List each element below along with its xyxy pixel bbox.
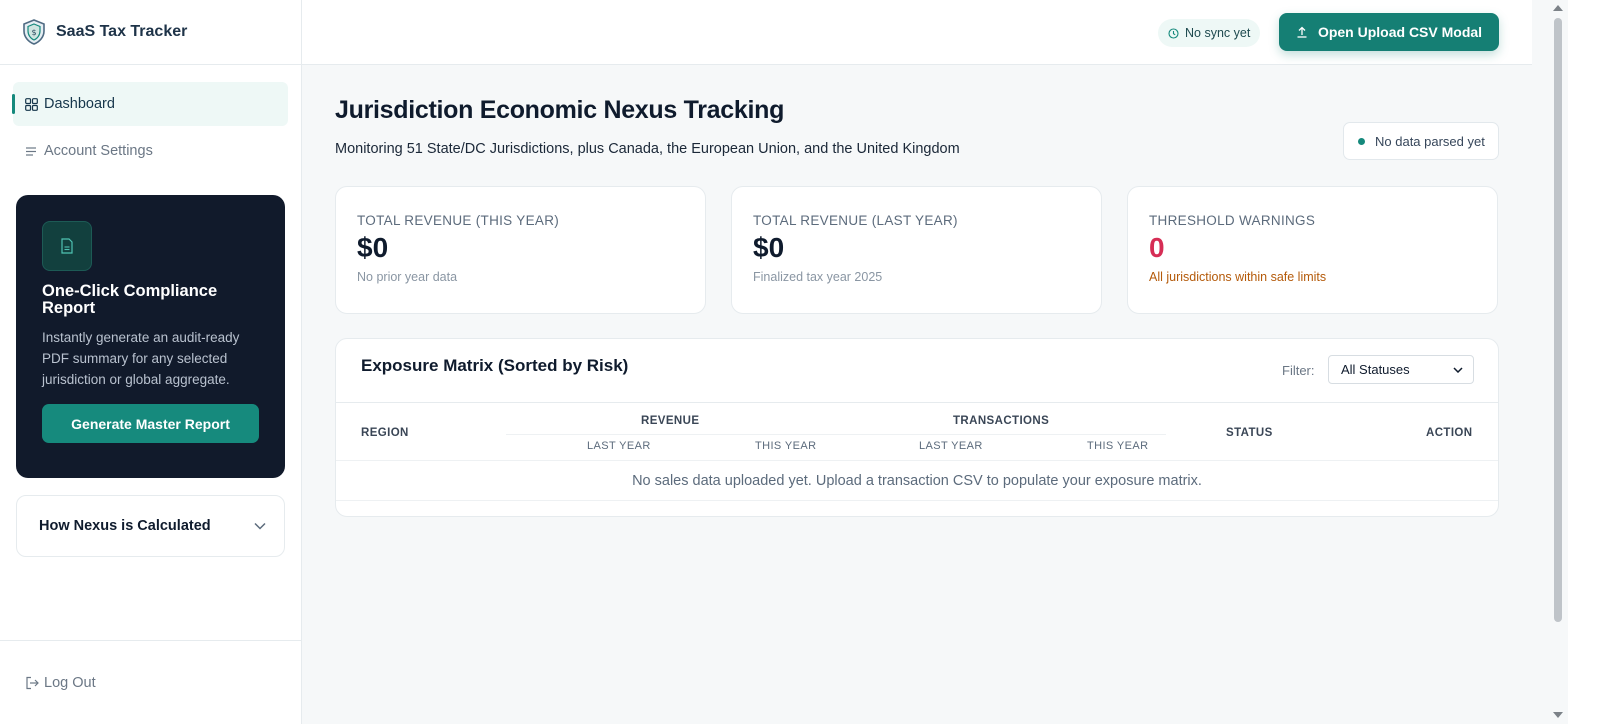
card-note: Finalized tax year 2025 xyxy=(753,270,883,284)
column-header-revenue-last-year: LAST YEAR xyxy=(587,440,651,452)
page-subtitle: Monitoring 51 State/DC Jurisdictions, pl… xyxy=(335,141,960,157)
threshold-warnings-card: THRESHOLD WARNINGS 0 All jurisdictions w… xyxy=(1127,186,1498,314)
svg-text:$: $ xyxy=(31,28,36,37)
shield-logo-icon: $ xyxy=(23,19,45,45)
filter-label: Filter: xyxy=(1282,363,1315,378)
compliance-report-promo: One-Click Compliance Report Instantly ge… xyxy=(16,195,285,478)
window-edge xyxy=(1568,0,1600,724)
column-group-transactions: TRANSACTIONS xyxy=(953,415,1050,427)
revenue-this-year-card: TOTAL REVENUE (THIS YEAR) $0 No prior ye… xyxy=(335,186,706,314)
card-value: 0 xyxy=(1149,232,1165,263)
sidebar-item-label: Dashboard xyxy=(44,96,115,112)
table-header: REGION REVENUE LAST YEAR THIS YEAR TRANS… xyxy=(336,403,1498,461)
column-header-revenue-this-year: THIS YEAR xyxy=(755,440,817,452)
chevron-down-icon xyxy=(1453,366,1463,373)
parse-status-badge: No data parsed yet xyxy=(1343,122,1499,160)
page-title: Jurisdiction Economic Nexus Tracking xyxy=(335,96,785,124)
filter-select-value: All Statuses xyxy=(1341,362,1410,377)
logout-icon xyxy=(26,676,39,689)
sidebar-item-dashboard[interactable]: Dashboard xyxy=(12,82,288,126)
accordion-label: How Nexus is Calculated xyxy=(39,518,211,534)
card-note: All jurisdictions within safe limits xyxy=(1149,270,1327,284)
group-divider xyxy=(836,434,1166,435)
logout-label: Log Out xyxy=(44,674,96,691)
matrix-header: Exposure Matrix (Sorted by Risk) Filter:… xyxy=(336,339,1498,403)
upload-button-label: Open Upload CSV Modal xyxy=(1317,24,1483,40)
sidebar-nav: Dashboard Account Settings xyxy=(0,65,301,173)
page-scrollbar[interactable] xyxy=(1548,0,1568,724)
document-icon xyxy=(42,221,92,271)
status-filter-select[interactable]: All Statuses xyxy=(1328,355,1474,384)
card-label: TOTAL REVENUE (LAST YEAR) xyxy=(753,213,958,228)
sync-status-text: No sync yet xyxy=(1185,26,1251,40)
card-label: THRESHOLD WARNINGS xyxy=(1149,213,1316,228)
scroll-up-icon[interactable] xyxy=(1553,5,1563,11)
upload-icon xyxy=(1297,26,1307,38)
sync-status-badge: No sync yet xyxy=(1158,19,1261,47)
empty-state-row: No sales data uploaded yet. Upload a tra… xyxy=(336,461,1498,501)
matrix-title: Exposure Matrix (Sorted by Risk) xyxy=(361,356,629,375)
column-header-action: ACTION xyxy=(1426,427,1473,439)
generate-master-report-button[interactable]: Generate Master Report xyxy=(42,404,259,443)
nexus-calculation-accordion[interactable]: How Nexus is Calculated xyxy=(16,495,285,557)
promo-title: One-Click Compliance Report xyxy=(42,282,218,317)
column-header-status: STATUS xyxy=(1226,427,1273,439)
column-header-region: REGION xyxy=(361,427,409,439)
scroll-thumb[interactable] xyxy=(1554,18,1562,622)
brand-name: SaaS Tax Tracker xyxy=(56,23,188,40)
group-divider xyxy=(506,434,836,435)
sidebar: $ SaaS Tax Tracker Dashboard Account Set… xyxy=(0,0,302,724)
column-header-transactions-this-year: THIS YEAR xyxy=(1087,440,1149,452)
chevron-down-icon xyxy=(254,522,266,530)
card-note: No prior year data xyxy=(357,270,458,284)
card-label: TOTAL REVENUE (THIS YEAR) xyxy=(357,213,560,228)
exposure-matrix: Exposure Matrix (Sorted by Risk) Filter:… xyxy=(335,338,1499,517)
sidebar-item-account-settings[interactable]: Account Settings xyxy=(13,129,288,173)
topbar: No sync yet Open Upload CSV Modal xyxy=(302,0,1532,65)
column-header-transactions-last-year: LAST YEAR xyxy=(919,440,983,452)
brand[interactable]: $ SaaS Tax Tracker xyxy=(0,0,301,65)
column-group-revenue: REVENUE xyxy=(641,415,700,427)
card-value: $0 xyxy=(357,232,389,263)
logout-button[interactable]: Log Out xyxy=(0,640,301,724)
clock-icon xyxy=(1168,27,1179,39)
revenue-last-year-card: TOTAL REVENUE (LAST YEAR) $0 Finalized t… xyxy=(731,186,1102,314)
sidebar-item-label: Account Settings xyxy=(44,143,153,159)
parse-status-text: No data parsed yet xyxy=(1375,133,1485,149)
card-value: $0 xyxy=(753,232,785,263)
status-dot-icon xyxy=(1358,137,1365,145)
scroll-down-icon[interactable] xyxy=(1553,712,1563,718)
grid-icon xyxy=(25,97,38,111)
list-icon xyxy=(26,146,36,156)
open-upload-csv-button[interactable]: Open Upload CSV Modal xyxy=(1279,13,1499,51)
promo-description: Instantly generate an audit-ready PDF su… xyxy=(42,330,240,387)
